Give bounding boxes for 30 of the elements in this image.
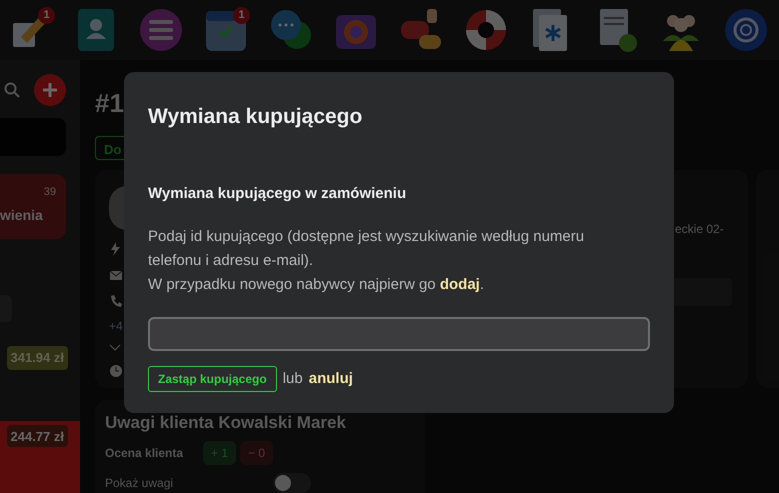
lightning-icon [109, 242, 123, 256]
order-label: wienia [0, 206, 43, 224]
show-notes-label: Pokaż uwagi [105, 475, 174, 492]
dialog-title: Wymiana kupującego [148, 104, 364, 130]
instructions-text: W przypadku nowego nabywcy najpierw go dodaj. [148, 274, 485, 295]
order-count: 39 [44, 185, 56, 200]
amount-badge: 244.77 zł [6, 424, 68, 446]
notification-badge: 1 [233, 7, 250, 24]
add-button[interactable] [34, 74, 66, 106]
phone-number: +4 [109, 320, 124, 332]
notes-title: Uwagi klienta Kowalski Marek [105, 412, 347, 434]
instructions-text: Podaj id kupującego (dostępne jest wyszukiwanie według numeru telefonu i adresu e-mail). [148, 226, 586, 271]
toggle-switch[interactable] [273, 473, 312, 493]
dialog-subtitle: Wymiana kupującego w zamówieniu [148, 184, 408, 204]
or-text: lub [282, 368, 303, 388]
replace-button[interactable]: Zastąp kupującego [148, 366, 277, 392]
add-link[interactable]: dodaj [440, 276, 480, 293]
menu-lines-icon[interactable] [138, 7, 184, 53]
address-text: eckie 02- [675, 221, 725, 238]
cancel-link[interactable]: anuluj [308, 368, 353, 390]
order-number: #1 [95, 90, 125, 116]
phone-icon [109, 294, 123, 308]
amount-badge: 341.94 zł [6, 346, 68, 370]
rating-label: Ocena klienta [105, 445, 184, 462]
search-icon[interactable] [4, 82, 20, 98]
clock-icon [109, 364, 123, 378]
chevron-icon [109, 344, 121, 352]
mail-icon [109, 268, 123, 282]
plus-icon [43, 83, 57, 97]
notification-badge: 1 [38, 7, 55, 24]
